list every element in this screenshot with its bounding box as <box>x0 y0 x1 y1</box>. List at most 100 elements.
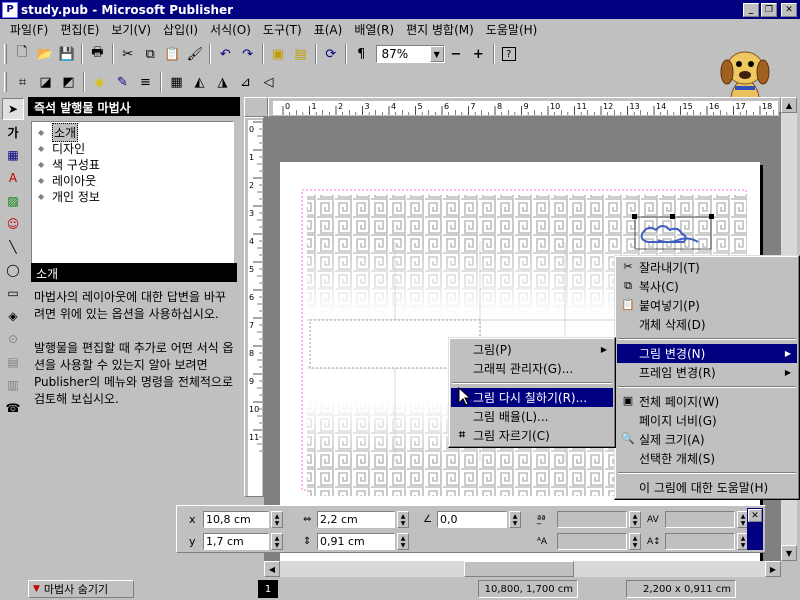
wizard-step-layout[interactable]: ◆ 레이아웃 <box>36 172 229 188</box>
line-spacing-field[interactable] <box>665 533 735 550</box>
y-spinner[interactable]: ▲ ▼ <box>271 533 283 550</box>
menu-item-full-page[interactable]: ▣ 전체 페이지(W) <box>617 392 797 411</box>
bring-front-icon[interactable]: ▣ <box>267 43 289 65</box>
menu-item-change-picture[interactable]: 그림 변경(N) ▶ <box>617 344 797 363</box>
vertical-ruler[interactable]: 0 1 2 3 4 5 6 7 8 9 10 11 <box>244 117 264 497</box>
char-spacing-spinner[interactable]: ▲ ▼ <box>629 511 641 528</box>
paste-icon[interactable]: 📋 <box>161 43 183 65</box>
rotate-right-icon[interactable]: ◮ <box>211 71 234 93</box>
design-gallery-icon[interactable]: ▥ <box>2 374 24 396</box>
menu-view[interactable]: 보기(V) <box>105 21 157 38</box>
flip-horizontal-icon[interactable]: ⊿ <box>234 71 257 93</box>
horizontal-ruler[interactable]: 012345678910111213141516171819 <box>268 97 800 117</box>
cut-icon[interactable]: ✂ <box>117 43 139 65</box>
horizontal-scrollbar[interactable]: ◀ ▶ <box>264 561 781 577</box>
copy-icon[interactable]: ⧉ <box>139 43 161 65</box>
wizard-step-color-scheme[interactable]: ◆ 색 구성표 <box>36 156 229 172</box>
table-frame-icon[interactable]: ▦ <box>2 144 24 166</box>
page-navigator[interactable]: 1 <box>258 580 278 598</box>
pilcrow-icon[interactable]: ¶ <box>350 43 372 65</box>
html-fragment-icon[interactable]: ▤ <box>2 351 24 373</box>
scroll-up-icon[interactable]: ▲ <box>781 97 797 113</box>
help-icon[interactable]: ? <box>498 43 520 65</box>
menu-file[interactable]: 파일(F) <box>4 21 54 38</box>
text-scale-field[interactable] <box>557 533 627 550</box>
scroll-down-icon[interactable]: ▼ <box>781 545 797 561</box>
rotate-icon[interactable]: ⟳ <box>320 43 342 65</box>
flip-vertical-icon[interactable]: ◁ <box>257 71 280 93</box>
menu-format[interactable]: 서식(O) <box>204 21 257 38</box>
open-icon[interactable]: 📂 <box>33 43 55 65</box>
fill-color-icon[interactable]: ◈ <box>88 71 111 93</box>
kerning-field[interactable] <box>665 511 735 528</box>
menu-help[interactable]: 도움말(H) <box>480 21 544 38</box>
minimize-button[interactable]: _ <box>743 2 759 17</box>
chevron-down-icon[interactable]: ▼ <box>429 46 444 62</box>
scroll-right-icon[interactable]: ▶ <box>765 561 781 577</box>
menu-item-change-frame[interactable]: 프레임 변경(R) ▶ <box>617 363 797 382</box>
rotation-field[interactable]: 0,0 <box>437 511 507 528</box>
shadow-icon[interactable]: ◩ <box>57 71 80 93</box>
width-spinner[interactable]: ▲ ▼ <box>397 511 409 528</box>
text-frame-icon[interactable]: 가 <box>2 121 24 143</box>
hide-wizard-button[interactable]: ▼ 마법사 숨기기 <box>28 580 134 598</box>
menu-item-paste[interactable]: 📋 붙여넣기(P) <box>617 296 797 315</box>
menu-item-page-width[interactable]: 페이지 너비(G) <box>617 411 797 430</box>
custom-shapes-icon[interactable]: ◈ <box>2 305 24 327</box>
y-position-field[interactable]: 1,7 cm <box>203 533 269 550</box>
line-color-icon[interactable]: ✎ <box>111 71 134 93</box>
char-spacing-field[interactable] <box>557 511 627 528</box>
save-icon[interactable]: 💾 <box>56 43 78 65</box>
line-weight-icon[interactable]: ≡ <box>134 71 157 93</box>
line-icon[interactable]: ╲ <box>2 236 24 258</box>
wordart-icon[interactable]: A <box>2 167 24 189</box>
toolbar-grip[interactable] <box>4 44 7 64</box>
wizard-step-personal-info[interactable]: ◆ 개인 정보 <box>36 188 229 204</box>
zoom-in-icon[interactable]: + <box>467 43 489 65</box>
toolbar-grip[interactable] <box>4 72 7 92</box>
zoom-out-icon[interactable]: − <box>445 43 467 65</box>
crop-icon[interactable]: ⌗ <box>11 71 34 93</box>
pointer-icon[interactable]: ➤ <box>2 98 24 120</box>
scroll-thumb[interactable] <box>464 561 574 577</box>
menu-item-graphics-manager[interactable]: 그래픽 관리자(G)... <box>451 359 613 378</box>
measurement-titlebar[interactable]: ✕ <box>747 508 763 550</box>
menu-item-picture-help[interactable]: 이 그림에 대한 도움말(H) <box>617 478 797 497</box>
ruler-corner[interactable] <box>244 97 268 117</box>
menu-edit[interactable]: 편집(E) <box>54 21 105 38</box>
close-icon[interactable]: ✕ <box>748 509 762 522</box>
clipart-icon[interactable]: ☺ <box>2 213 24 235</box>
menu-insert[interactable]: 삽입(I) <box>157 21 204 38</box>
format-painter-icon[interactable]: 🖌 <box>184 43 206 65</box>
zoom-select[interactable]: 87% ▼ <box>376 45 445 63</box>
menu-item-crop-picture[interactable]: ⌗ 그림 자르기(C) <box>451 426 613 445</box>
menu-item-recolor-picture[interactable]: 그림 다시 칠하기(R)... <box>451 388 613 407</box>
wrap-icon[interactable]: ▦ <box>165 71 188 93</box>
print-icon[interactable]: 🖶 <box>86 43 108 65</box>
menu-tools[interactable]: 도구(T) <box>257 21 308 38</box>
undo-icon[interactable]: ↶ <box>214 43 236 65</box>
form-control-icon[interactable]: ⊙ <box>2 328 24 350</box>
menu-table[interactable]: 표(A) <box>308 21 349 38</box>
menu-item-actual-size[interactable]: 🔍 실제 크기(A) <box>617 430 797 449</box>
redo-icon[interactable]: ↷ <box>236 43 258 65</box>
rotation-spinner[interactable]: ▲ ▼ <box>509 511 521 528</box>
height-spinner[interactable]: ▲ ▼ <box>397 533 409 550</box>
rotate-left-icon[interactable]: ◭ <box>188 71 211 93</box>
new-icon[interactable]: 🗋 <box>11 43 33 65</box>
menu-item-cut[interactable]: ✂ 잘라내기(T) <box>617 258 797 277</box>
wizard-step-design[interactable]: ◆ 디자인 <box>36 140 229 156</box>
close-button[interactable]: ✕ <box>781 2 797 17</box>
design-gallery-object-icon[interactable]: ☎ <box>2 397 24 419</box>
menu-item-picture[interactable]: 그림(P) ▶ <box>451 340 613 359</box>
menu-item-selected-objects[interactable]: 선택한 개체(S) <box>617 449 797 468</box>
height-field[interactable]: 0,91 cm <box>317 533 395 550</box>
publisher-icon[interactable]: P <box>2 1 18 18</box>
menu-arrange[interactable]: 배열(R) <box>348 21 400 38</box>
text-scale-spinner[interactable]: ▲ ▼ <box>629 533 641 550</box>
scroll-left-icon[interactable]: ◀ <box>264 561 280 577</box>
picture-frame-icon[interactable]: ▨ <box>2 190 24 212</box>
menu-item-scale-picture[interactable]: 그림 배율(L)... <box>451 407 613 426</box>
menu-item-copy[interactable]: ⧉ 복사(C) <box>617 277 797 296</box>
x-position-field[interactable]: 10,8 cm <box>203 511 269 528</box>
